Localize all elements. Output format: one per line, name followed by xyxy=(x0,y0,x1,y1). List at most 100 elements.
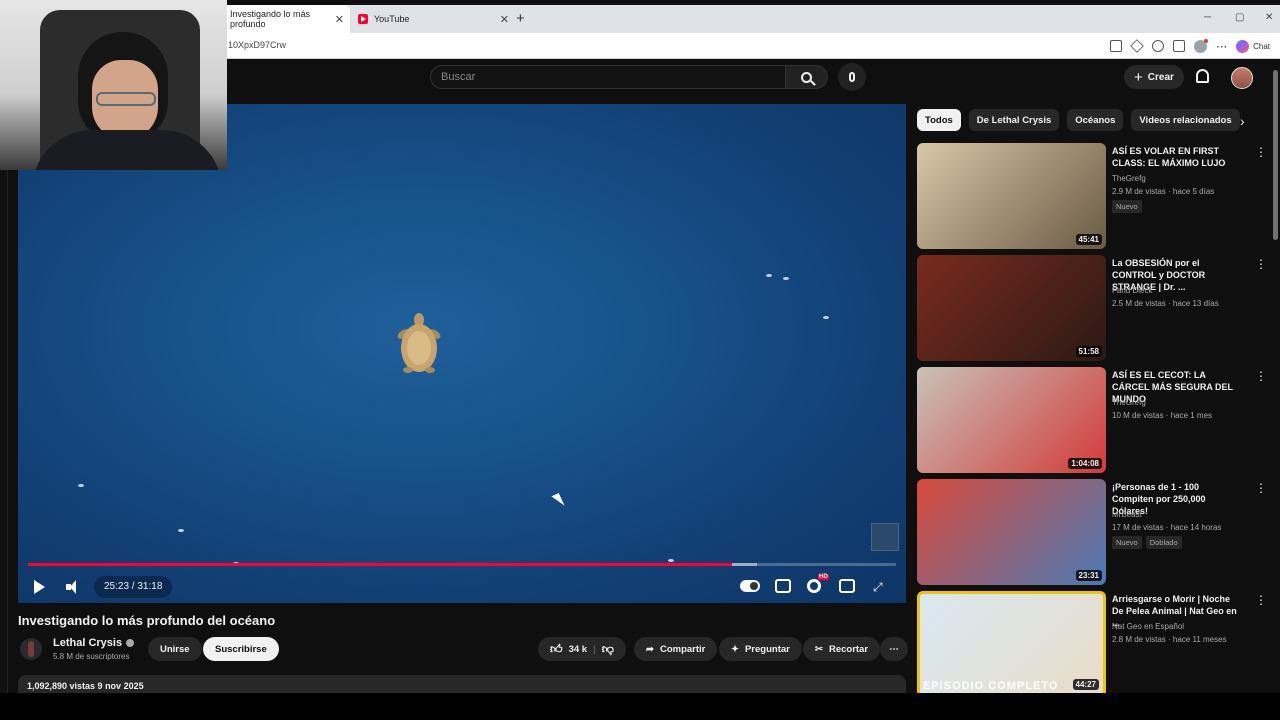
video-meta: 2.8 M de vistas · hace 11 meses xyxy=(1112,635,1227,644)
kebab-menu-icon[interactable]: ⋮ xyxy=(1255,146,1267,158)
player-controls: 25:23 / 31:18 HD ⤢ xyxy=(18,574,906,602)
progress-played xyxy=(28,563,732,566)
recommended-video[interactable]: 23:31 ¡Personas de 1 - 100 Compiten por … xyxy=(917,479,1267,585)
more-options-icon[interactable]: ⋯ xyxy=(1216,40,1227,53)
fullscreen-icon[interactable]: ⤢ xyxy=(873,580,883,595)
theater-mode-icon[interactable] xyxy=(839,579,855,593)
maximize-icon[interactable]: ▢ xyxy=(1235,12,1244,23)
subtitles-icon[interactable] xyxy=(775,579,791,593)
video-badge: Nuevo xyxy=(1112,200,1142,213)
close-tab-icon[interactable]: ✕ xyxy=(500,13,509,26)
chip-related[interactable]: Videos relacionados xyxy=(1131,109,1240,131)
search-button[interactable] xyxy=(786,65,828,89)
dislike-icon[interactable]: 👎︎ xyxy=(602,642,614,657)
tab-label: YouTube xyxy=(374,14,410,24)
channel-avatar[interactable] xyxy=(20,638,42,660)
taskbar xyxy=(0,693,1280,720)
video-thumbnail[interactable]: 51:58 xyxy=(917,255,1106,361)
create-button[interactable]: + Crear xyxy=(1124,65,1184,89)
video-thumbnail[interactable]: 23:31 xyxy=(917,479,1106,585)
kebab-menu-icon[interactable]: ⋮ xyxy=(1255,482,1267,494)
favorites-icon[interactable] xyxy=(1173,40,1186,52)
views-date: 1,092,890 vistas 9 nov 2025 xyxy=(27,681,144,691)
url-field[interactable]: 10XpxD97Crw xyxy=(228,40,286,50)
video-duration: 45:41 xyxy=(1075,234,1102,245)
recommended-video[interactable]: 45:41 ASÍ ES VOLAR EN FIRST CLASS: EL MÁ… xyxy=(917,143,1267,249)
favorite-star-icon[interactable] xyxy=(1130,39,1144,53)
channel-name-text[interactable]: Lethal Crysis xyxy=(53,637,122,649)
description-box[interactable]: 1,092,890 vistas 9 nov 2025 xyxy=(18,675,906,695)
video-channel[interactable]: MrBeast xyxy=(1112,510,1142,519)
window-close-icon[interactable]: ✕ xyxy=(1265,12,1273,23)
video-channel[interactable]: Farid Dieck xyxy=(1112,286,1152,295)
video-badge: Nuevo xyxy=(1112,536,1142,549)
recommended-video[interactable]: 51:58 La OBSESIÓN por el CONTROL y DOCTO… xyxy=(917,255,1267,361)
hd-badge: HD xyxy=(818,574,829,580)
video-thumbnail[interactable]: 45:41 xyxy=(917,143,1106,249)
sea-turtle xyxy=(397,313,441,373)
video-duration: 23:31 xyxy=(1075,570,1102,581)
voice-search-button[interactable] xyxy=(838,63,866,91)
notifications-bell-icon[interactable] xyxy=(1196,69,1209,83)
video-badges: Nuevo xyxy=(1112,200,1142,213)
share-button[interactable]: ➦ Compartir xyxy=(634,637,718,661)
recommended-video[interactable]: 1:04:08 ASÍ ES EL CECOT: LA CÁRCEL MÁS S… xyxy=(917,367,1267,473)
video-thumbnail[interactable]: 1:04:08 xyxy=(917,367,1106,473)
like-icon[interactable]: 👍︎ xyxy=(550,642,563,657)
chip-channel[interactable]: De Lethal Crysis xyxy=(968,109,1060,131)
channel-name[interactable]: Lethal Crysis xyxy=(53,637,135,649)
video-meta: 2.5 M de vistas · hace 13 días xyxy=(1112,299,1219,308)
video-title[interactable]: ASÍ ES VOLAR EN FIRST CLASS: EL MÁXIMO L… xyxy=(1112,145,1242,169)
plus-icon: + xyxy=(1134,68,1143,86)
play-icon[interactable] xyxy=(34,580,45,594)
more-actions-button[interactable]: ⋯ xyxy=(880,637,908,661)
volume-icon[interactable] xyxy=(66,579,82,595)
tab-youtube[interactable]: YouTube ✕ xyxy=(350,5,515,33)
recommended-video[interactable]: EPISODIO COMPLETO 44:27 Arriesgarse o Mo… xyxy=(917,591,1267,697)
video-meta: 17 M de vistas · hace 14 horas xyxy=(1112,523,1222,532)
water-glint xyxy=(783,277,789,280)
clip-button[interactable]: ✂ Recortar xyxy=(803,637,881,661)
like-count[interactable]: 34 k xyxy=(569,644,588,655)
sparkle-icon: ✦ xyxy=(731,643,739,655)
chip-todos[interactable]: Todos xyxy=(917,109,961,131)
close-tab-icon[interactable]: ✕ xyxy=(335,13,344,26)
settings-gear-icon[interactable] xyxy=(807,579,821,593)
tab-label: Investigando lo más profundo xyxy=(230,9,311,29)
video-player[interactable]: 25:23 / 31:18 HD ⤢ xyxy=(18,104,906,603)
toolbar-icons: ⋯ Chat xyxy=(1110,33,1280,59)
video-channel[interactable]: TheGrefg xyxy=(1112,398,1146,407)
user-avatar[interactable] xyxy=(1231,67,1253,89)
join-button[interactable]: Unirse xyxy=(148,637,202,661)
kebab-menu-icon[interactable]: ⋮ xyxy=(1255,370,1267,382)
ask-button[interactable]: ✦ Preguntar xyxy=(719,637,802,661)
subscribe-button[interactable]: Suscribirse xyxy=(203,637,279,661)
split-screen-icon[interactable] xyxy=(1110,40,1123,52)
kebab-menu-icon[interactable]: ⋮ xyxy=(1255,258,1267,270)
video-channel[interactable]: TheGrefg xyxy=(1112,174,1146,183)
chevron-right-icon[interactable]: › xyxy=(1240,113,1245,129)
filter-chips: Todos De Lethal Crysis Océanos Videos re… xyxy=(917,109,1240,131)
youtube-favicon-icon xyxy=(358,14,368,24)
autoplay-toggle[interactable] xyxy=(740,580,760,592)
video-thumbnail[interactable]: EPISODIO COMPLETO 44:27 xyxy=(917,591,1106,697)
profile-avatar[interactable] xyxy=(1194,38,1209,53)
channel-watermark[interactable] xyxy=(871,523,899,551)
chip-oceans[interactable]: Océanos xyxy=(1067,109,1124,131)
extensions-icon[interactable] xyxy=(1152,40,1165,52)
water-glint xyxy=(78,484,84,487)
scrollbar[interactable] xyxy=(1273,70,1278,240)
search-input[interactable]: Buscar xyxy=(430,65,786,89)
kebab-menu-icon[interactable]: ⋮ xyxy=(1255,594,1267,606)
create-label: Crear xyxy=(1147,71,1174,83)
ask-label: Preguntar xyxy=(744,643,790,655)
new-tab-icon[interactable]: + xyxy=(516,10,525,27)
minimize-icon[interactable]: ─ xyxy=(1204,12,1211,23)
clip-label: Recortar xyxy=(828,643,869,655)
tab-active[interactable]: Investigando lo más profundo ✕ xyxy=(222,5,350,33)
video-badge: Doblado xyxy=(1145,536,1182,549)
video-channel[interactable]: Nat Geo en Español xyxy=(1112,622,1184,631)
video-meta: 10 M de vistas · hace 1 mes xyxy=(1112,411,1213,420)
progress-bar[interactable] xyxy=(28,563,896,566)
copilot-chat-button[interactable]: Chat xyxy=(1236,39,1270,53)
